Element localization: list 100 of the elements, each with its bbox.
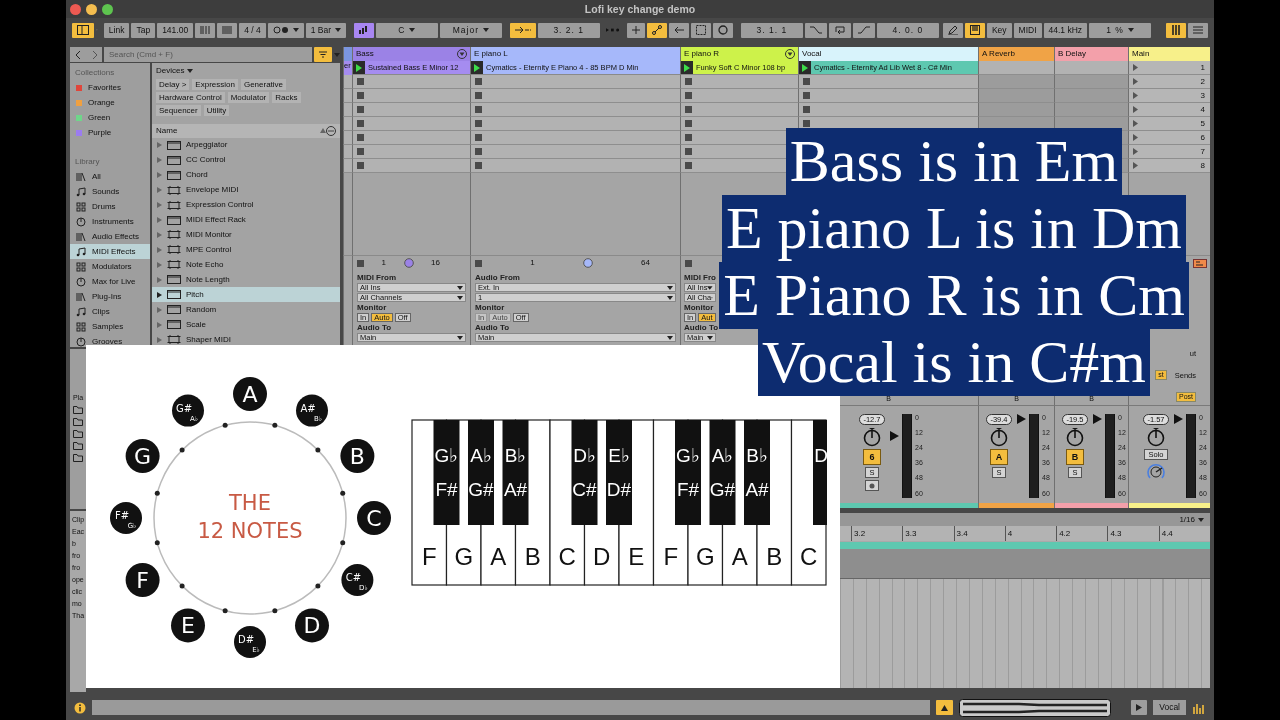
scale-root-dropdown[interactable]: C — [375, 22, 438, 38]
pan-knob[interactable] — [1065, 427, 1085, 447]
punch-in-button[interactable] — [804, 22, 827, 38]
device-list-item[interactable]: MPE Control — [152, 242, 340, 258]
volume-fader-arrow[interactable] — [1093, 414, 1102, 424]
fold-button[interactable] — [457, 49, 467, 59]
overview-toggle-button[interactable] — [936, 700, 954, 715]
scale-mode-button[interactable] — [353, 22, 374, 38]
device-list-item[interactable]: MIDI Effect Rack — [152, 212, 340, 228]
quantization-dropdown[interactable]: 1 Bar — [305, 22, 346, 38]
clip-play-button[interactable] — [356, 63, 362, 72]
loop-start-field[interactable]: 3. 1. 1 — [740, 22, 803, 38]
library-item[interactable]: Clips — [70, 304, 150, 319]
track-name[interactable]: E piano R — [684, 49, 720, 59]
forward-button[interactable] — [91, 50, 97, 59]
more-options-icon[interactable] — [326, 125, 336, 136]
keyboard-button[interactable] — [964, 22, 985, 38]
metronome-button[interactable] — [267, 22, 304, 38]
device-list-item[interactable]: Scale — [152, 317, 340, 333]
link-button[interactable]: Link — [103, 22, 130, 38]
library-item[interactable]: Audio Effects — [70, 229, 150, 244]
waveform-overview[interactable] — [959, 698, 1112, 717]
library-item[interactable]: Instruments — [70, 214, 150, 229]
device-list-item[interactable]: Chord — [152, 167, 340, 183]
filter-tag[interactable]: Racks — [272, 91, 301, 103]
device-list-item[interactable]: Shaper MIDI — [152, 332, 340, 348]
back-button[interactable] — [669, 22, 690, 38]
loop-button[interactable] — [828, 22, 851, 38]
browser-toggle-button[interactable] — [72, 22, 94, 38]
slider-knob-icon[interactable] — [582, 258, 593, 268]
clip-play-button[interactable] — [684, 63, 690, 72]
overdub-button[interactable] — [647, 22, 668, 38]
device-list-item[interactable]: Expression Control — [152, 197, 340, 213]
follow-button[interactable] — [509, 22, 536, 38]
device-list-item[interactable]: Envelope MIDI — [152, 182, 340, 198]
tap-button[interactable]: Tap — [131, 22, 156, 38]
library-item[interactable]: Max for Live — [70, 274, 150, 289]
zoom-button[interactable] — [102, 3, 113, 15]
device-list-item[interactable]: Note Echo — [152, 257, 340, 273]
clip-play-button[interactable] — [474, 63, 480, 72]
volume-fader-arrow[interactable] — [1174, 414, 1183, 424]
fold-button[interactable] — [785, 49, 795, 59]
tempo-field[interactable]: 141.00 — [157, 22, 194, 38]
session-view-button[interactable] — [1166, 22, 1186, 38]
grid-setting[interactable]: 1/16 — [1179, 514, 1195, 525]
library-item[interactable]: Modulators — [70, 259, 150, 274]
volume-fader-arrow[interactable] — [890, 431, 899, 441]
library-item[interactable]: Samples — [70, 319, 150, 334]
library-item[interactable]: Plug-Ins — [70, 289, 150, 304]
library-item[interactable]: Sounds — [70, 184, 150, 199]
nudge-down-button[interactable] — [195, 22, 216, 38]
loop-length-field[interactable]: 4. 0. 0 — [876, 22, 939, 38]
stop-all-button[interactable] — [685, 259, 692, 267]
pan-knob[interactable] — [1146, 427, 1166, 447]
library-item[interactable]: MIDI Effects — [70, 244, 150, 259]
library-item[interactable]: Drums — [70, 199, 150, 214]
filter-tag[interactable]: Sequencer — [156, 104, 201, 116]
track-activator-button[interactable]: B — [1066, 449, 1084, 465]
clip-play-button[interactable] — [802, 63, 808, 72]
filter-tag[interactable]: Delay > — [156, 78, 190, 90]
meter-bars-icon[interactable] — [1192, 701, 1206, 714]
expand-button[interactable] — [1131, 700, 1148, 715]
library-item[interactable]: All — [70, 169, 150, 184]
stop-all-button[interactable] — [475, 259, 482, 267]
add-button[interactable] — [627, 22, 646, 38]
time-signature-field[interactable]: 4 / 4 — [239, 22, 266, 38]
device-list-item[interactable]: MIDI Monitor — [152, 227, 340, 243]
track-name[interactable]: B Delay — [1058, 49, 1086, 59]
device-list-item[interactable]: Pitch — [152, 287, 340, 303]
device-list-item[interactable]: Arpeggiator — [152, 137, 340, 153]
filter-tag[interactable]: Generative — [240, 78, 287, 90]
slider-knob-icon[interactable] — [403, 258, 414, 268]
key-map-button[interactable]: Key — [986, 22, 1012, 38]
minimize-button[interactable] — [86, 3, 97, 15]
pan-knob[interactable] — [989, 427, 1009, 447]
track-name[interactable]: E piano L — [474, 49, 508, 59]
midi-map-button[interactable]: MIDI — [1013, 22, 1042, 38]
capture-button[interactable] — [691, 22, 712, 38]
track-activator-button[interactable]: A — [990, 449, 1008, 465]
filter-tag[interactable]: Hardware Control — [156, 91, 225, 103]
nudge-up-button[interactable] — [217, 22, 238, 38]
pan-knob[interactable] — [862, 427, 882, 447]
filter-button[interactable] — [314, 47, 332, 62]
arm-button[interactable] — [865, 480, 879, 491]
track-name[interactable]: A Reverb — [982, 49, 1015, 59]
track-activator-button[interactable]: 6 — [863, 449, 881, 465]
track-name[interactable]: Vocal — [802, 49, 822, 59]
filter-tag[interactable]: Utility — [203, 104, 230, 116]
device-list-item[interactable]: Note Length — [152, 272, 340, 288]
back-button[interactable] — [75, 50, 81, 59]
device-list-item[interactable]: CC Control — [152, 152, 340, 168]
library-item[interactable]: Grooves — [70, 334, 150, 349]
position-field[interactable]: 3. 2. 1 — [537, 22, 600, 38]
track-name[interactable]: Main — [1132, 49, 1150, 59]
session-record-button[interactable] — [713, 22, 734, 38]
filter-tag[interactable]: Modulator — [227, 91, 270, 103]
close-button[interactable] — [70, 3, 81, 15]
stop-all-button[interactable] — [357, 259, 364, 267]
arrangement-view-button[interactable] — [1188, 22, 1208, 38]
track-name[interactable]: Bass — [356, 49, 374, 59]
